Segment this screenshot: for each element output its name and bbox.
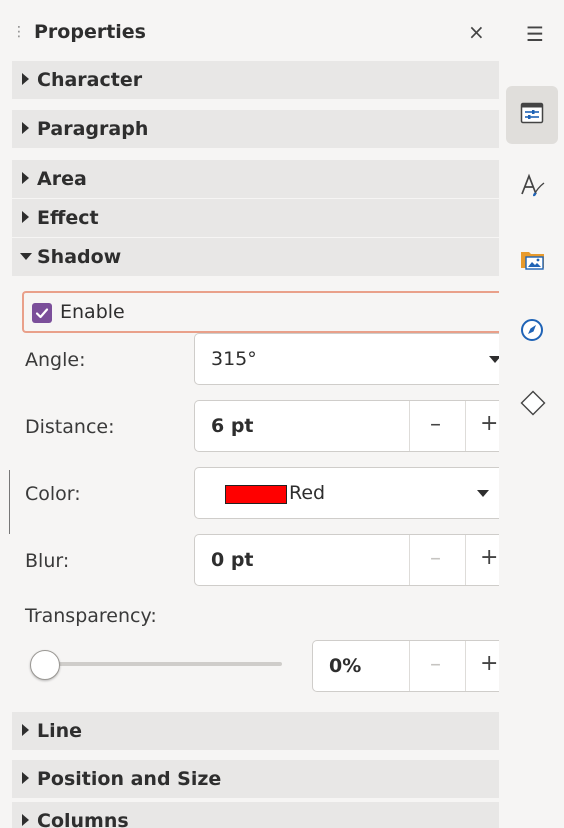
blur-decrement-button[interactable]: – [409,535,465,585]
panel-title: Properties [34,21,146,43]
section-area[interactable]: Area [12,160,499,198]
tab-navigator[interactable] [506,303,558,361]
dropdown-arrow-icon[interactable] [477,490,489,497]
distance-value: 6 pt [211,415,254,437]
section-position-and-size[interactable]: Position and Size [12,760,499,798]
section-label: Line [37,720,83,742]
distance-increment-button[interactable]: + [465,401,499,451]
transparency-increment-button[interactable]: + [465,641,499,691]
minus-icon: – [430,412,441,437]
blur-spinbox[interactable]: 0 pt – + [194,534,499,586]
tab-gallery[interactable] [506,232,558,290]
plus-icon: + [480,545,499,570]
enable-label: Enable [60,301,125,323]
expand-triangle-icon [22,772,29,784]
shapes-icon [520,390,546,416]
styles-icon [521,173,545,197]
gallery-icon [521,252,544,270]
blur-increment-button[interactable]: + [465,535,499,585]
blur-value: 0 pt [211,549,254,571]
section-label: Paragraph [37,118,149,140]
color-swatch [225,485,287,504]
expand-triangle-icon [22,73,29,85]
transparency-spinbox[interactable]: 0% – + [312,640,499,692]
section-columns[interactable]: Columns [12,802,499,828]
close-icon[interactable]: × [468,20,485,44]
plus-icon: + [480,651,499,676]
plus-icon: + [480,411,499,436]
angle-value: 315° [211,348,257,370]
expand-triangle-icon [22,724,29,736]
panel-titlebar: ⋮ Properties × [0,10,499,56]
transparency-slider-track[interactable] [36,662,282,666]
distance-label: Distance: [25,416,115,438]
section-label: Effect [37,207,99,229]
blur-label: Blur: [25,550,70,572]
transparency-label: Transparency: [25,605,157,627]
enable-shadow-checkbox[interactable]: Enable [22,291,499,333]
section-shadow[interactable]: Shadow [12,238,499,276]
expand-triangle-icon [22,172,29,184]
expand-triangle-icon [22,122,29,134]
dropdown-arrow-icon[interactable] [489,356,499,363]
distance-decrement-button[interactable]: – [409,401,465,451]
section-character[interactable]: Character [12,61,499,99]
color-label: Color: [25,483,81,505]
section-label: Position and Size [37,768,222,790]
angle-combobox[interactable]: 315° [194,333,499,385]
tab-styles[interactable] [506,158,558,216]
expand-triangle-icon [22,211,29,223]
grip-icon[interactable]: ⋮ [12,24,26,40]
distance-spinbox[interactable]: 6 pt – + [194,400,499,452]
section-paragraph[interactable]: Paragraph [12,110,499,148]
navigator-icon [521,319,543,341]
divider [9,470,10,534]
angle-label: Angle: [25,349,86,371]
transparency-decrement-button[interactable]: – [409,641,465,691]
menu-icon[interactable]: ☰ [526,22,544,46]
section-label: Shadow [37,246,122,268]
section-label: Area [37,168,87,190]
properties-panel: ⋮ Properties × Character Paragraph Area … [0,0,499,828]
section-line[interactable]: Line [12,712,499,750]
properties-icon [520,102,544,124]
minus-icon: – [430,546,441,571]
section-label: Character [37,69,143,91]
checkmark-icon [32,303,52,323]
section-effect[interactable]: Effect [12,199,499,237]
minus-icon: – [430,652,441,677]
section-label: Columns [37,810,129,828]
transparency-value: 0% [329,655,362,677]
tab-shapes[interactable] [506,375,558,433]
color-dropdown[interactable]: Red [194,467,499,519]
sidebar-tabbar: ☰ [500,0,564,828]
collapse-triangle-icon [20,253,32,260]
tab-properties[interactable] [506,86,558,144]
expand-triangle-icon [22,814,29,826]
color-name: Red [289,482,326,504]
transparency-slider-handle[interactable] [30,650,60,680]
